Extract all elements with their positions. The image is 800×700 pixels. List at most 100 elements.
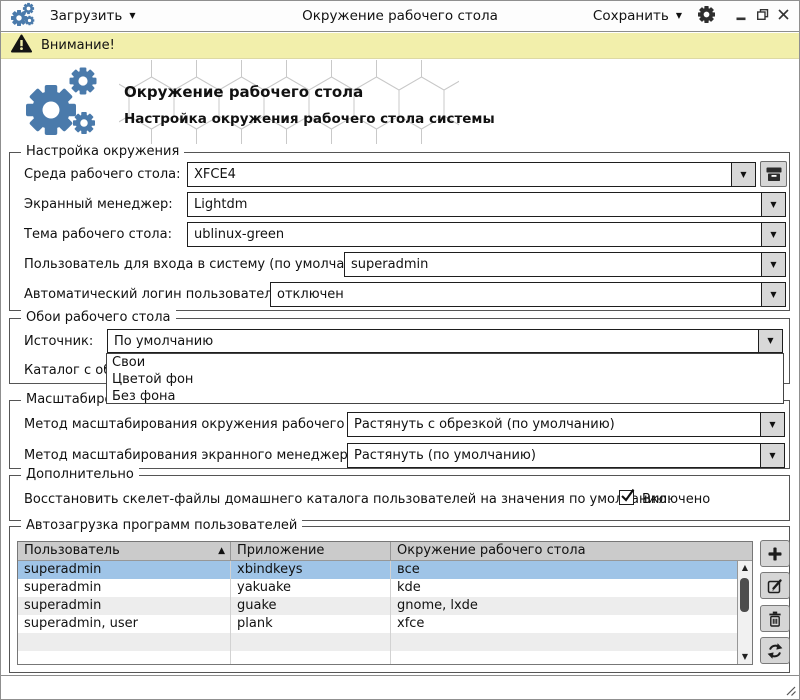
- resize-grip[interactable]: [784, 684, 797, 697]
- combo-arrow-button[interactable]: ▼: [761, 253, 785, 276]
- refresh-icon: [766, 642, 784, 660]
- group-environment-legend: Настройка окружения: [21, 144, 184, 159]
- combo-arrow-button[interactable]: ▼: [761, 283, 785, 306]
- autologin-select[interactable]: отключен ▼: [270, 282, 786, 307]
- dm-scaling-value: Растянуть (по умолчанию): [348, 444, 760, 467]
- restore-button[interactable]: [756, 8, 769, 25]
- table-header: Пользователь ▲ Приложение Окружение рабо…: [18, 542, 752, 561]
- cell-app: yakuake: [231, 579, 391, 597]
- edit-entry-button[interactable]: [760, 572, 790, 599]
- page-header: Окружение рабочего стола Настройка окруж…: [1, 60, 799, 146]
- group-extra-legend: Дополнительно: [21, 467, 139, 482]
- header-gears-icon: [21, 66, 107, 144]
- combo-arrow-button[interactable]: ▼: [760, 444, 784, 467]
- dropdown-option[interactable]: Без фона: [107, 388, 783, 405]
- plus-icon: [766, 545, 784, 563]
- scroll-up-icon[interactable]: ▲: [738, 563, 752, 573]
- env-scaling-value: Растянуть с обрезкой (по умолчанию): [348, 413, 760, 436]
- table-body: superadmin xbindkeys все superadmin yaku…: [18, 561, 737, 664]
- default-user-label: Пользователь для входа в систему (по умо…: [24, 257, 382, 272]
- combo-arrow-button[interactable]: ▼: [758, 330, 782, 352]
- default-user-select[interactable]: superadmin ▼: [344, 252, 786, 277]
- warning-banner: Внимание!: [1, 33, 799, 59]
- combo-arrow-button[interactable]: ▼: [761, 223, 785, 246]
- group-autostart: Автозагрузка программ пользователей Поль…: [9, 526, 790, 673]
- cell-app: plank: [231, 615, 391, 633]
- scroll-down-icon[interactable]: ▼: [738, 652, 752, 662]
- chevron-down-icon: ▼: [676, 12, 682, 20]
- cell-env: xfce: [391, 615, 737, 633]
- table-scrollbar[interactable]: ▲ ▼: [737, 561, 752, 664]
- table-row[interactable]: superadmin guake gnome, lxde: [18, 597, 737, 615]
- page-title: Окружение рабочего стола: [124, 83, 363, 101]
- warning-triangle-icon: [11, 34, 32, 57]
- status-bar: [1, 675, 799, 699]
- app-gears-icon: [10, 1, 36, 31]
- load-menu-button[interactable]: Загрузить ▼: [50, 8, 136, 24]
- column-header-app[interactable]: Приложение: [231, 542, 391, 560]
- dm-scaling-label: Метод масштабирования экранного менеджер…: [24, 448, 360, 463]
- default-user-value: superadmin: [345, 253, 761, 276]
- load-menu-label: Загрузить: [50, 8, 122, 24]
- wallpaper-source-label: Источник:: [24, 334, 93, 349]
- wallpaper-source-value: По умолчанию: [108, 330, 758, 352]
- cell-user: superadmin: [18, 561, 231, 579]
- env-scaling-select[interactable]: Растянуть с обрезкой (по умолчанию) ▼: [347, 412, 785, 437]
- dm-scaling-select[interactable]: Растянуть (по умолчанию) ▼: [347, 443, 785, 468]
- wallpaper-source-select[interactable]: По умолчанию ▼: [107, 329, 783, 353]
- cell-app: guake: [231, 597, 391, 615]
- archive-box-icon: [764, 164, 784, 184]
- add-entry-button[interactable]: [760, 540, 790, 567]
- desktop-env-select[interactable]: XFCE4 ▼: [187, 162, 756, 187]
- table-row[interactable]: superadmin yakuake kde: [18, 579, 737, 597]
- chevron-down-icon: ▼: [129, 12, 135, 20]
- theme-value: ublinux-green: [188, 223, 761, 246]
- theme-select[interactable]: ublinux-green ▼: [187, 222, 786, 247]
- page-subtitle: Настройка окружения рабочего стола систе…: [124, 111, 495, 127]
- trash-icon: [766, 610, 784, 628]
- save-menu-button[interactable]: Сохранить ▼: [593, 8, 682, 24]
- group-autostart-legend: Автозагрузка программ пользователей: [21, 518, 302, 533]
- skel-checkbox-label: Включено: [642, 492, 710, 507]
- desktop-env-value: XFCE4: [188, 163, 731, 186]
- combo-arrow-button[interactable]: ▼: [760, 413, 784, 436]
- table-row-empty: [18, 633, 737, 651]
- refresh-button[interactable]: [760, 637, 790, 664]
- scrollbar-thumb[interactable]: [740, 578, 749, 612]
- group-extra: Дополнительно Восстановить скелет-файлы …: [9, 475, 790, 521]
- cell-env: kde: [391, 579, 737, 597]
- edit-icon: [766, 577, 784, 595]
- autologin-label: Автоматический логин пользователя:: [24, 287, 285, 302]
- display-manager-select[interactable]: Lightdm ▼: [187, 192, 786, 217]
- display-manager-value: Lightdm: [188, 193, 761, 216]
- minimize-button[interactable]: [735, 8, 748, 25]
- combo-arrow-button[interactable]: ▼: [761, 193, 785, 216]
- group-wallpaper-legend: Обои рабочего стола: [21, 310, 176, 325]
- dropdown-option[interactable]: Цветой фон: [107, 371, 783, 388]
- cell-env: все: [391, 561, 737, 579]
- wallpaper-source-dropdown: Свои Цветой фон Без фона: [106, 353, 784, 404]
- group-environment: Настройка окружения Среда рабочего стола…: [9, 152, 790, 311]
- table-row-empty: [18, 651, 737, 664]
- autologin-value: отключен: [271, 283, 761, 306]
- save-menu-label: Сохранить: [593, 8, 669, 24]
- table-row[interactable]: superadmin, user plank xfce: [18, 615, 737, 633]
- column-header-env[interactable]: Окружение рабочего стола: [391, 542, 752, 560]
- warning-text: Внимание!: [41, 38, 115, 53]
- cell-env: gnome, lxde: [391, 597, 737, 615]
- skel-restore-label: Восстановить скелет-файлы домашнего ката…: [24, 492, 671, 507]
- skel-checkbox[interactable]: [619, 490, 634, 505]
- settings-gear-button[interactable]: [697, 5, 716, 28]
- theme-label: Тема рабочего стола:: [24, 227, 172, 242]
- combo-arrow-button[interactable]: ▼: [731, 163, 755, 186]
- dropdown-option[interactable]: Свои: [107, 354, 783, 371]
- desktop-env-label: Среда рабочего стола:: [24, 167, 181, 182]
- display-manager-label: Экранный менеджер:: [24, 197, 173, 212]
- env-scaling-label: Метод масштабирования окружения рабочего…: [24, 417, 392, 432]
- delete-entry-button[interactable]: [760, 605, 790, 632]
- close-button[interactable]: [777, 8, 790, 25]
- table-row[interactable]: superadmin xbindkeys все: [18, 561, 737, 579]
- sort-ascending-icon: ▲: [218, 542, 225, 560]
- archive-box-button[interactable]: [760, 161, 787, 187]
- column-header-user[interactable]: Пользователь ▲: [18, 542, 231, 560]
